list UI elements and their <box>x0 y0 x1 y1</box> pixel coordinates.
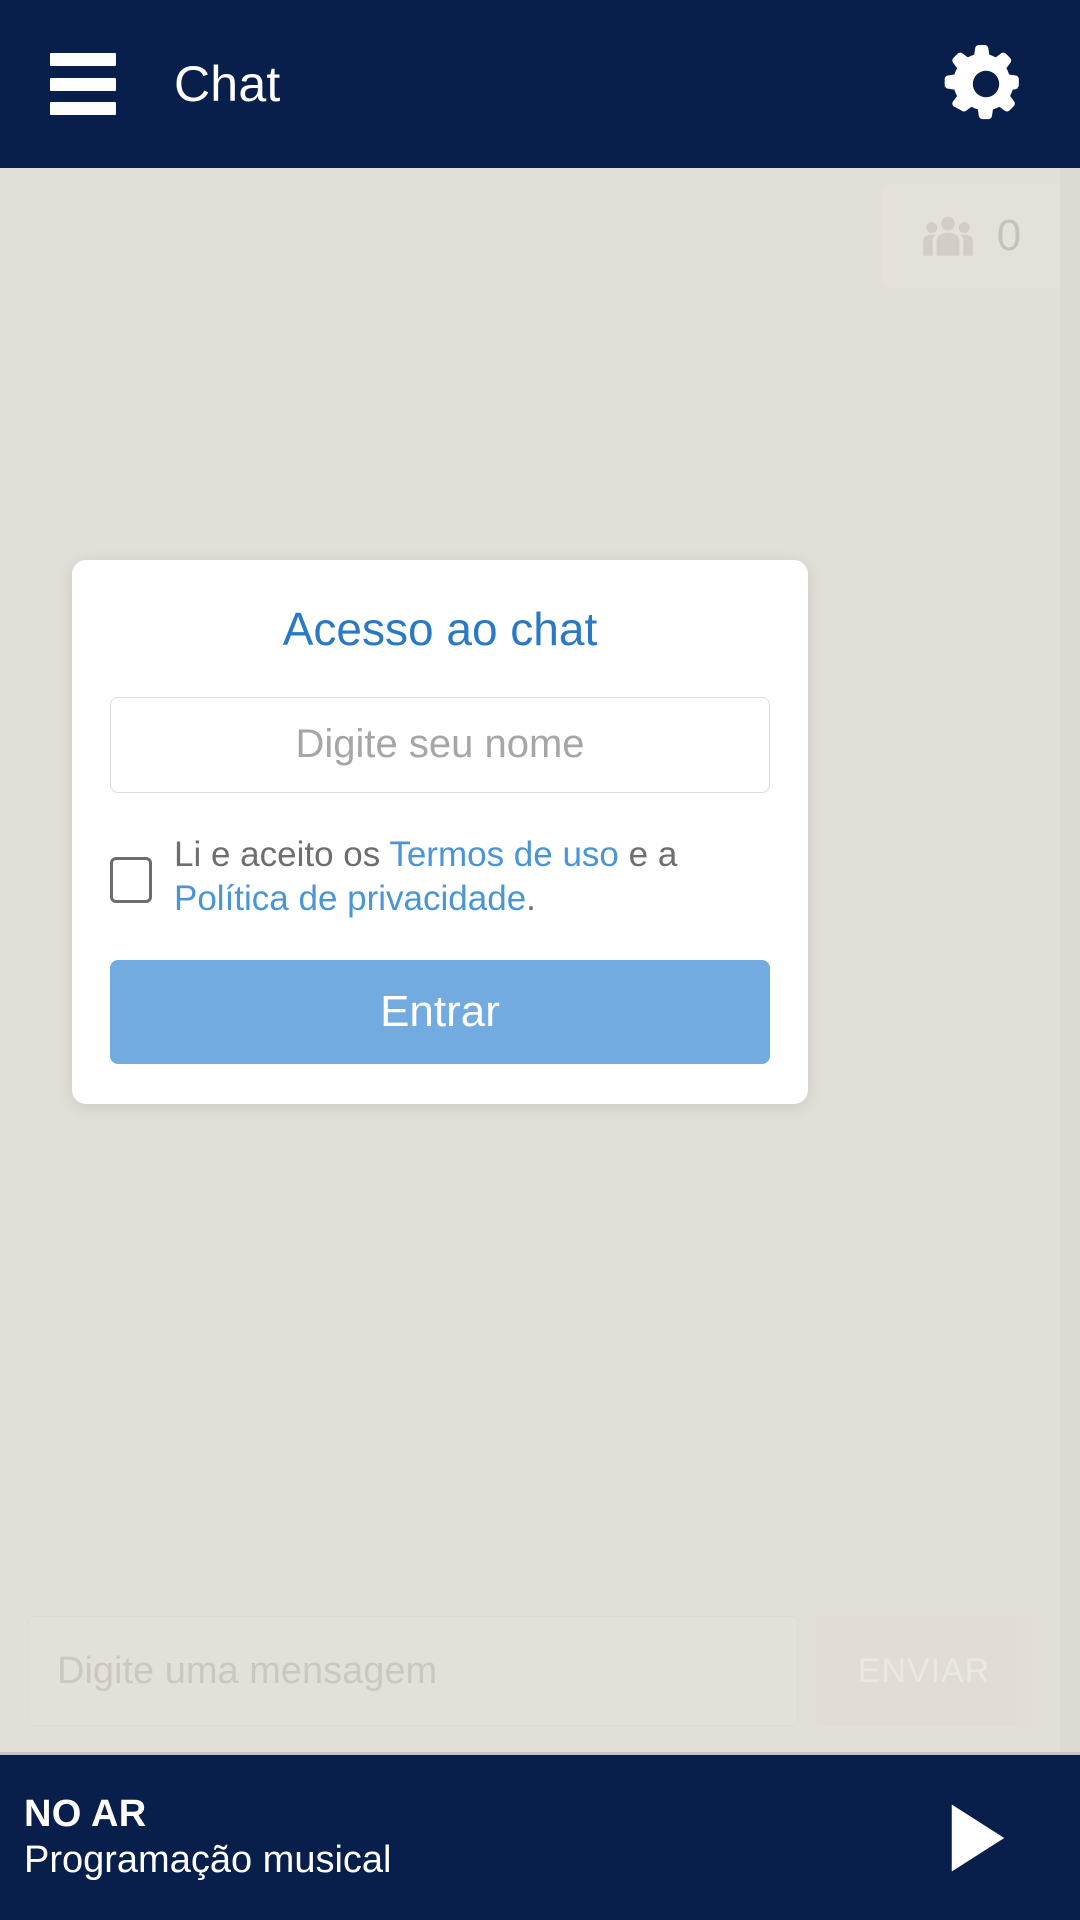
radio-player-bar: NO AR Programação musical <box>0 1752 1080 1920</box>
people-group-icon <box>921 214 975 258</box>
privacy-policy-link[interactable]: Política de privacidade <box>174 879 526 918</box>
chat-body: 0 Acesso ao chat Li e aceito os Termos d… <box>0 168 1080 1752</box>
enter-button[interactable]: Entrar <box>110 960 770 1065</box>
online-users-count: 0 <box>996 211 1022 260</box>
player-program-title: Programação musical <box>24 1838 392 1881</box>
hamburger-bar <box>50 102 116 115</box>
terms-acceptance-row: Li e aceito os Termos de uso e a Polític… <box>110 833 770 923</box>
page-title: Chat <box>174 56 281 112</box>
hamburger-bar <box>50 77 116 91</box>
online-users-badge: 0 <box>882 184 1060 288</box>
chat-app-screen: Chat 0 Acesso ao chat Digite seu nome Li… <box>0 0 1080 1920</box>
play-triangle-icon <box>947 1803 1009 1873</box>
send-message-button[interactable]: ENVIAR <box>816 1616 1032 1726</box>
name-input[interactable] <box>110 696 770 793</box>
terms-middle-text: e a <box>618 834 678 874</box>
terms-suffix-text: . <box>526 879 536 919</box>
settings-button[interactable] <box>938 36 1034 132</box>
player-info: NO AR Programação musical <box>24 1792 392 1881</box>
play-button[interactable] <box>930 1790 1026 1886</box>
hamburger-menu-icon[interactable] <box>50 53 116 115</box>
terms-checkbox[interactable] <box>110 856 152 903</box>
terms-of-use-link[interactable]: Termos de uso <box>389 835 619 874</box>
terms-prefix-text: Li e aceito os <box>174 834 390 874</box>
app-header: Chat <box>0 0 1080 168</box>
terms-text: Li e aceito os Termos de uso e a Polític… <box>174 833 770 923</box>
chat-access-modal: Acesso ao chat Li e aceito os Termos de … <box>72 560 808 1105</box>
gear-icon <box>942 40 1030 128</box>
player-status-label: NO AR <box>24 1792 147 1835</box>
modal-title: Acesso ao chat <box>282 603 598 655</box>
message-composer: ENVIAR <box>0 1616 1060 1726</box>
hamburger-bar <box>50 53 116 66</box>
message-input[interactable] <box>28 1616 798 1726</box>
